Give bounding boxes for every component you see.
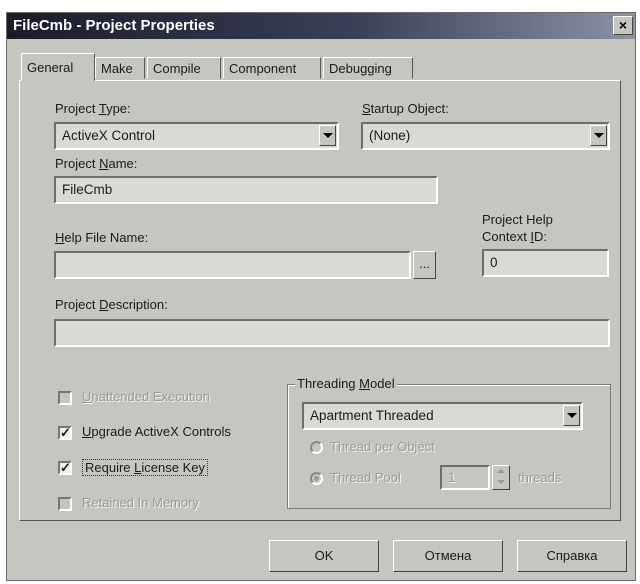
- ok-button[interactable]: OK: [269, 540, 379, 572]
- project-type-label: Project Type:: [55, 101, 131, 116]
- startup-object-value: (None): [369, 128, 411, 143]
- thread-pool-radio[interactable]: [310, 472, 323, 485]
- unattended-execution-checkbox[interactable]: [58, 391, 72, 405]
- threading-model-group: Threading Model Apartment Threaded Threa…: [287, 376, 611, 509]
- require-license-label: Require License Key: [82, 459, 208, 476]
- close-icon: ×: [618, 17, 628, 33]
- check-icon: ✓: [60, 425, 71, 440]
- require-license-checkbox[interactable]: ✓: [58, 461, 72, 475]
- threading-model-title: Threading Model: [295, 376, 397, 391]
- tab-compile[interactable]: Compile: [147, 57, 221, 79]
- browse-button[interactable]: ...: [413, 251, 436, 279]
- project-name-value: FileCmb: [62, 182, 113, 197]
- help-context-label: Project Help Context ID:: [482, 212, 553, 244]
- thread-per-object-radio[interactable]: [310, 441, 323, 454]
- thread-per-object-label: Thread per Object: [330, 439, 435, 454]
- tab-make[interactable]: Make: [95, 57, 145, 79]
- startup-object-label: Startup Object:: [362, 101, 449, 116]
- threading-model-select[interactable]: Apartment Threaded: [302, 402, 583, 430]
- retained-in-memory-label: Retained In Memory: [82, 495, 200, 510]
- title-bar[interactable]: FileCmb - Project Properties ×: [7, 13, 635, 39]
- project-type-value: ActiveX Control: [62, 128, 156, 143]
- project-type-select[interactable]: ActiveX Control: [54, 122, 339, 150]
- tab-debugging[interactable]: Debugging: [323, 57, 413, 79]
- window-title: FileCmb - Project Properties: [13, 17, 215, 34]
- close-button[interactable]: ×: [613, 16, 633, 35]
- threading-model-value: Apartment Threaded: [310, 408, 434, 423]
- general-page: Project Type: ActiveX Control Startup Ob…: [19, 80, 621, 521]
- help-context-input[interactable]: 0: [482, 249, 609, 277]
- check-icon: ✓: [60, 460, 71, 475]
- thread-pool-count[interactable]: 1: [440, 465, 490, 490]
- unattended-execution-label: Unattended Execution: [82, 389, 210, 404]
- tab-general[interactable]: General: [21, 53, 95, 81]
- tab-component[interactable]: Component: [223, 57, 321, 79]
- upgrade-activex-label: Upgrade ActiveX Controls: [82, 424, 231, 439]
- help-file-label: Help File Name:: [55, 230, 149, 245]
- threads-label: threads: [518, 470, 562, 485]
- spinner-updown-icon[interactable]: [492, 465, 510, 490]
- project-name-input[interactable]: FileCmb: [54, 176, 438, 204]
- thread-pool-label: Thread Pool: [330, 470, 401, 485]
- chevron-down-icon[interactable]: [590, 125, 607, 146]
- retained-in-memory-checkbox[interactable]: [58, 497, 72, 511]
- project-properties-dialog: FileCmb - Project Properties × General M…: [6, 12, 636, 581]
- chevron-down-icon[interactable]: [319, 125, 336, 146]
- upgrade-activex-checkbox[interactable]: ✓: [58, 426, 72, 440]
- project-description-input[interactable]: [54, 319, 610, 347]
- project-description-label: Project Description:: [55, 297, 168, 312]
- help-file-input[interactable]: [54, 251, 411, 279]
- help-context-value: 0: [490, 255, 498, 270]
- cancel-button[interactable]: Отмена: [393, 540, 503, 572]
- ellipsis-icon: ...: [419, 256, 430, 271]
- startup-object-select[interactable]: (None): [361, 122, 610, 150]
- project-name-label: Project Name:: [55, 156, 138, 171]
- help-button[interactable]: Справка: [517, 540, 627, 572]
- chevron-down-icon[interactable]: [563, 405, 580, 426]
